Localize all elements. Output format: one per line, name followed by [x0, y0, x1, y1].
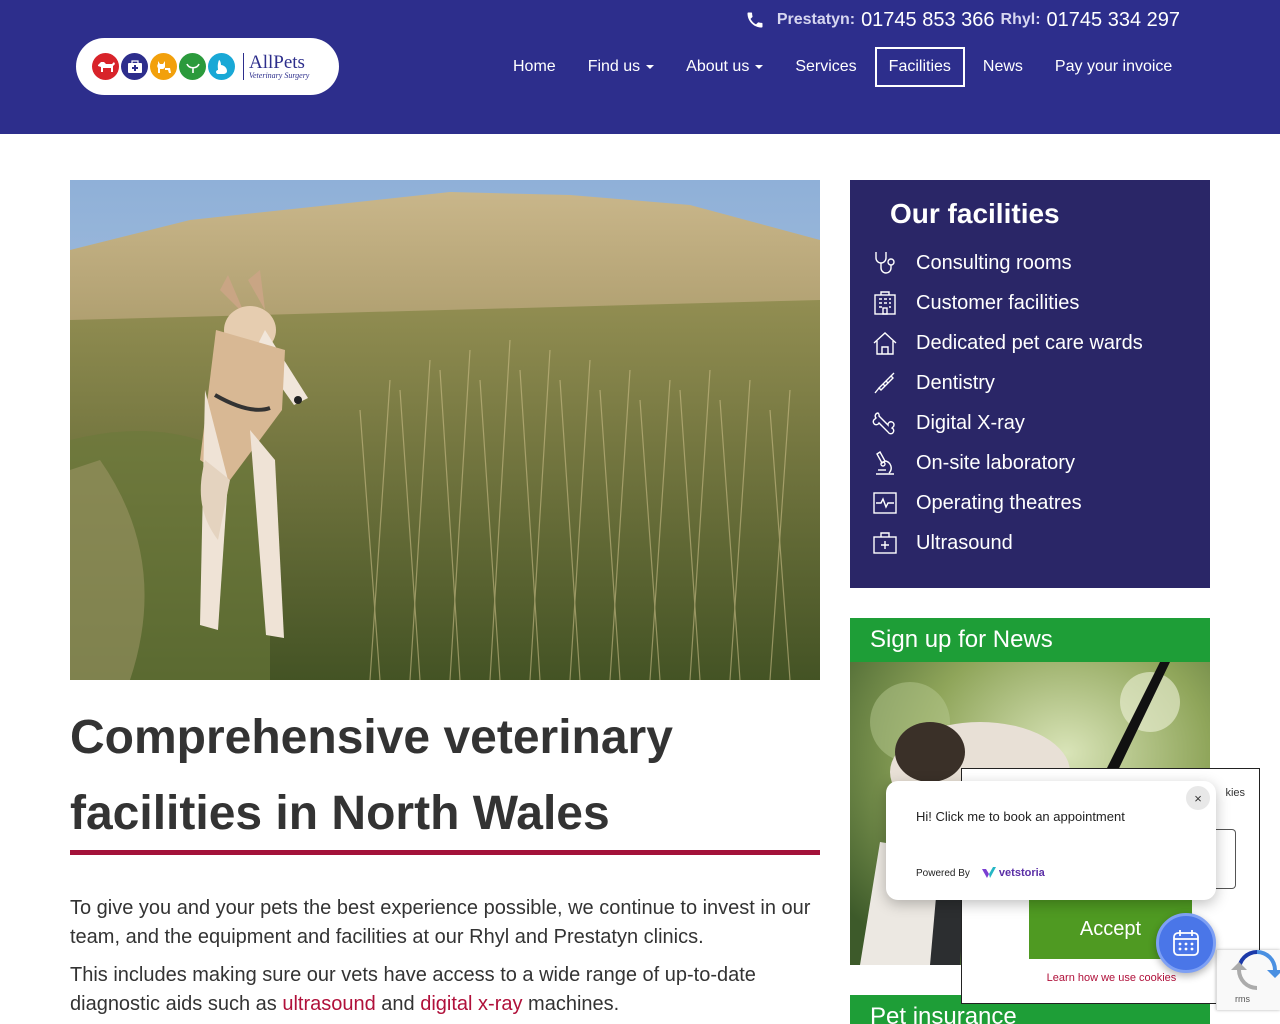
cookie-text: kies: [1225, 787, 1245, 799]
ultrasound-link[interactable]: ultrasound: [282, 993, 375, 1015]
nav-home-label: Home: [513, 58, 556, 75]
phone-city-prestatyn: Prestatyn:: [776, 11, 856, 28]
nav-about-us-label: About us: [686, 58, 750, 75]
building-icon: [874, 291, 896, 315]
dental-tool-icon: [874, 372, 895, 394]
phone-numbers: Prestatyn: 01745 853 366 Rhyl: 01745 334…: [745, 7, 1180, 33]
nav-home[interactable]: Home: [497, 47, 572, 87]
vetstoria-mark-icon: [981, 867, 996, 878]
phone-city-rhyl: Rhyl:: [1000, 11, 1041, 28]
facility-onsite-laboratory[interactable]: On-site laboratory: [872, 443, 1143, 483]
facility-label: Customer facilities: [916, 291, 1080, 314]
intro-paragraph: To give you and your pets the best exper…: [70, 897, 811, 948]
facility-operating-theatres[interactable]: Operating theatres: [872, 483, 1143, 523]
logo-tagline: Veterinary Surgery: [249, 71, 310, 80]
phone-number-rhyl[interactable]: 01745 334 297: [1047, 9, 1180, 32]
house-icon: [873, 332, 897, 355]
site-header: Prestatyn: 01745 853 366 Rhyl: 01745 334…: [0, 0, 1280, 134]
nav-facilities-label: Facilities: [888, 58, 951, 75]
rabbit-icon: [208, 53, 235, 80]
caret-down-icon: [646, 65, 655, 69]
title-underline: [70, 850, 820, 855]
nav-find-us-label: Find us: [587, 58, 641, 75]
facility-label: Digital X-ray: [916, 411, 1025, 434]
facility-ultrasound[interactable]: Ultrasound: [872, 523, 1143, 563]
vetstoria-logo: vetstoria: [981, 867, 1045, 879]
powered-by: Powered By vetstoria: [916, 867, 1045, 879]
para-text: and: [375, 993, 421, 1015]
news-signup-heading[interactable]: Sign up for News: [850, 618, 1210, 662]
facilities-list: Consulting rooms Customer facilities Ded…: [872, 243, 1143, 563]
nav-pay-invoice-label: Pay your invoice: [1054, 58, 1173, 75]
nav-find-us[interactable]: Find us: [572, 47, 670, 87]
para-text: machines.: [522, 993, 620, 1015]
facility-label: On-site laboratory: [916, 451, 1075, 474]
caret-down-icon: [755, 65, 764, 69]
microscope-icon: [876, 450, 894, 475]
cat-icon: [150, 53, 177, 80]
vetstoria-brand: vetstoria: [998, 867, 1045, 879]
nav-services[interactable]: Services: [779, 47, 872, 87]
site-logo[interactable]: AllPets Veterinary Surgery: [76, 38, 339, 95]
nav-about-us[interactable]: About us: [670, 47, 779, 87]
main-nav: Home Find us About us Services Facilitie…: [497, 47, 1188, 87]
nav-pay-invoice[interactable]: Pay your invoice: [1039, 47, 1188, 87]
facilities-panel: Our facilities Consulting rooms Customer…: [850, 180, 1210, 588]
nav-facilities[interactable]: Facilities: [874, 47, 965, 87]
nav-services-label: Services: [795, 58, 857, 75]
phone-icon: [747, 12, 763, 28]
powered-by-label: Powered By: [916, 867, 970, 879]
medical-case-icon: [873, 532, 897, 554]
monitor-icon: [873, 492, 897, 514]
facility-consulting-rooms[interactable]: Consulting rooms: [872, 243, 1143, 283]
medical-kit-icon: [121, 53, 148, 80]
facility-digital-xray[interactable]: Digital X-ray: [872, 403, 1143, 443]
facility-label: Ultrasound: [916, 531, 1013, 554]
logo-brand: AllPets: [249, 52, 305, 73]
phone-number-prestatyn[interactable]: 01745 853 366: [861, 9, 994, 32]
facility-pet-care-wards[interactable]: Dedicated pet care wards: [872, 323, 1143, 363]
page-title: Comprehensive veterinary facilities in N…: [70, 711, 673, 840]
close-icon[interactable]: ×: [1186, 786, 1210, 810]
digital-xray-link[interactable]: digital x-ray: [420, 993, 522, 1015]
recaptcha-text: rms: [1235, 994, 1250, 1004]
recaptcha-badge[interactable]: rms: [1216, 950, 1280, 1010]
facility-label: Dedicated pet care wards: [916, 331, 1143, 354]
facility-label: Consulting rooms: [916, 251, 1072, 274]
logo-text: AllPets Veterinary Surgery: [243, 53, 309, 80]
bone-icon: [872, 412, 895, 435]
calendar-icon: [1173, 930, 1199, 956]
bird-icon: [179, 53, 206, 80]
facility-label: Operating theatres: [916, 491, 1082, 514]
facilities-title: Our facilities: [890, 198, 1060, 229]
hero-image: [70, 180, 820, 680]
booking-calendar-button[interactable]: [1156, 913, 1216, 973]
booking-message[interactable]: Hi! Click me to book an appointment: [916, 809, 1125, 824]
facility-dentistry[interactable]: Dentistry: [872, 363, 1143, 403]
booking-popup[interactable]: × Hi! Click me to book an appointment Po…: [886, 781, 1216, 900]
facility-label: Dentistry: [916, 371, 995, 394]
dog-icon: [92, 53, 119, 80]
diagnostics-paragraph: This includes making sure our vets have …: [70, 961, 830, 1019]
nav-news-label: News: [982, 58, 1023, 75]
facility-customer-facilities[interactable]: Customer facilities: [872, 283, 1143, 323]
stethoscope-icon: [875, 252, 895, 274]
nav-news[interactable]: News: [967, 47, 1039, 87]
recaptcha-icon: [1231, 950, 1280, 990]
